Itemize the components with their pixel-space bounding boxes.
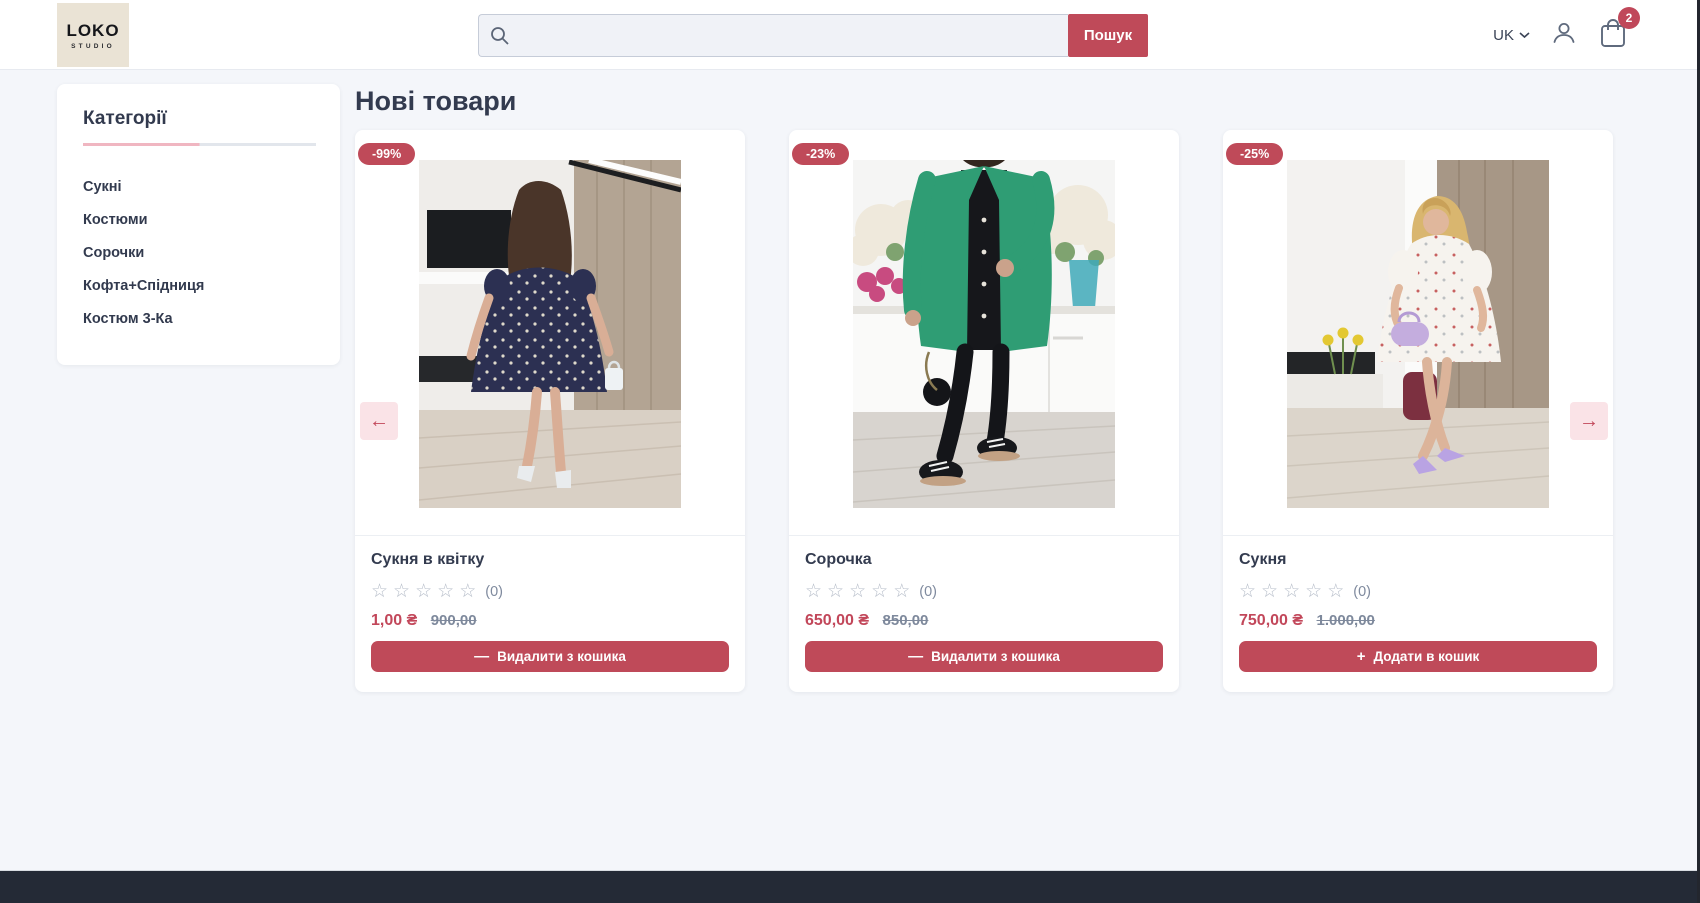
rating-count: (0): [1353, 584, 1371, 600]
search-button[interactable]: Пошук: [1068, 14, 1148, 57]
search-input[interactable]: [478, 14, 1068, 57]
logo-text: LOKO: [66, 21, 119, 41]
language-label: UK: [1493, 27, 1514, 44]
arrow-left-icon: ←: [369, 410, 389, 433]
current-price: 650,00 ₴: [805, 612, 869, 629]
button-label: Додати в кошик: [1373, 649, 1479, 664]
plus-icon: +: [1357, 648, 1366, 665]
discount-badge: -99%: [358, 143, 415, 165]
discount-badge: -23%: [792, 143, 849, 165]
logo[interactable]: LOKO STUDIO: [57, 3, 129, 67]
star-icon: ☆: [849, 580, 866, 603]
sidebar-item-sorochky[interactable]: Сорочки: [83, 236, 316, 269]
minus-icon: —: [474, 648, 489, 665]
star-icon: ☆: [371, 580, 388, 603]
star-icon: ☆: [827, 580, 844, 603]
star-icon: ☆: [893, 580, 910, 603]
cart-button[interactable]: 2: [1598, 17, 1628, 54]
remove-from-cart-button[interactable]: — Видалити з кошика: [371, 641, 729, 672]
star-icon: ☆: [1239, 580, 1256, 603]
star-icon: ☆: [459, 580, 476, 603]
categories-divider: [83, 143, 316, 146]
price-row: 650,00 ₴ 850,00: [805, 612, 1163, 630]
current-price: 1,00 ₴: [371, 612, 417, 629]
old-price: 850,00: [883, 612, 929, 629]
star-icon: ☆: [1283, 580, 1300, 603]
footer: [0, 870, 1700, 903]
user-icon: [1550, 19, 1578, 52]
rating-count: (0): [485, 584, 503, 600]
header-controls: UK 2: [1493, 0, 1628, 70]
new-products-carousel: -99%: [355, 130, 1613, 692]
chevron-down-icon: [1519, 26, 1530, 44]
product-info: Сукня в квітку ☆ ☆ ☆ ☆ ☆ (0) 1,00 ₴ 900,…: [355, 535, 745, 692]
old-price: 1.000,00: [1317, 612, 1375, 629]
header: LOKO STUDIO Пошук UK: [0, 0, 1700, 70]
star-icon: ☆: [871, 580, 888, 603]
button-label: Видалити з кошика: [931, 649, 1060, 664]
star-icon: ☆: [805, 580, 822, 603]
product-photo[interactable]: [419, 160, 681, 508]
product-card: -99%: [355, 130, 745, 692]
current-price: 750,00 ₴: [1239, 612, 1303, 629]
remove-from-cart-button[interactable]: — Видалити з кошика: [805, 641, 1163, 672]
product-photo[interactable]: [1287, 160, 1549, 508]
categories-list: Сукні Костюми Сорочки Кофта+Спідниця Кос…: [83, 170, 316, 335]
sidebar-item-kofta-spidnytsya[interactable]: Кофта+Спідниця: [83, 269, 316, 302]
product-name[interactable]: Сукня в квітку: [371, 551, 729, 569]
sidebar-item-kostyumy[interactable]: Костюми: [83, 203, 316, 236]
rating-count: (0): [919, 584, 937, 600]
product-info: Сукня ☆ ☆ ☆ ☆ ☆ (0) 750,00 ₴ 1.000,00 + …: [1223, 535, 1613, 692]
star-icon: ☆: [393, 580, 410, 603]
rating: ☆ ☆ ☆ ☆ ☆ (0): [371, 580, 729, 603]
button-label: Видалити з кошика: [497, 649, 626, 664]
categories-title: Категорії: [83, 108, 316, 130]
star-icon: ☆: [1261, 580, 1278, 603]
cart-count-badge: 2: [1618, 7, 1640, 29]
product-photo[interactable]: [853, 160, 1115, 508]
rating: ☆ ☆ ☆ ☆ ☆ (0): [805, 580, 1163, 603]
product-info: Сорочка ☆ ☆ ☆ ☆ ☆ (0) 650,00 ₴ 850,00 — …: [789, 535, 1179, 692]
carousel-prev-button[interactable]: ←: [360, 402, 398, 440]
star-icon: ☆: [1305, 580, 1322, 603]
product-name[interactable]: Сорочка: [805, 551, 1163, 569]
sidebar-item-kostyum-3ka[interactable]: Костюм 3-Ка: [83, 302, 316, 335]
product-card: -25%: [1223, 130, 1613, 692]
arrow-right-icon: →: [1579, 410, 1599, 433]
logo-subtext: STUDIO: [71, 43, 115, 50]
product-name[interactable]: Сукня: [1239, 551, 1597, 569]
search-icon: [489, 25, 511, 47]
rating: ☆ ☆ ☆ ☆ ☆ (0): [1239, 580, 1597, 603]
star-icon: ☆: [1327, 580, 1344, 603]
account-button[interactable]: [1550, 19, 1578, 52]
discount-badge: -25%: [1226, 143, 1283, 165]
search-bar: Пошук: [478, 14, 1148, 57]
old-price: 900,00: [431, 612, 477, 629]
price-row: 1,00 ₴ 900,00: [371, 612, 729, 630]
language-selector[interactable]: UK: [1493, 26, 1530, 44]
product-card: -23%: [789, 130, 1179, 692]
carousel-next-button[interactable]: →: [1570, 402, 1608, 440]
categories-panel: Категорії Сукні Костюми Сорочки Кофта+Сп…: [57, 84, 340, 365]
page-title: Нові товари: [355, 86, 516, 117]
sidebar-item-sukni[interactable]: Сукні: [83, 170, 316, 203]
star-icon: ☆: [437, 580, 454, 603]
price-row: 750,00 ₴ 1.000,00: [1239, 612, 1597, 630]
minus-icon: —: [908, 648, 923, 665]
star-icon: ☆: [415, 580, 432, 603]
add-to-cart-button[interactable]: + Додати в кошик: [1239, 641, 1597, 672]
